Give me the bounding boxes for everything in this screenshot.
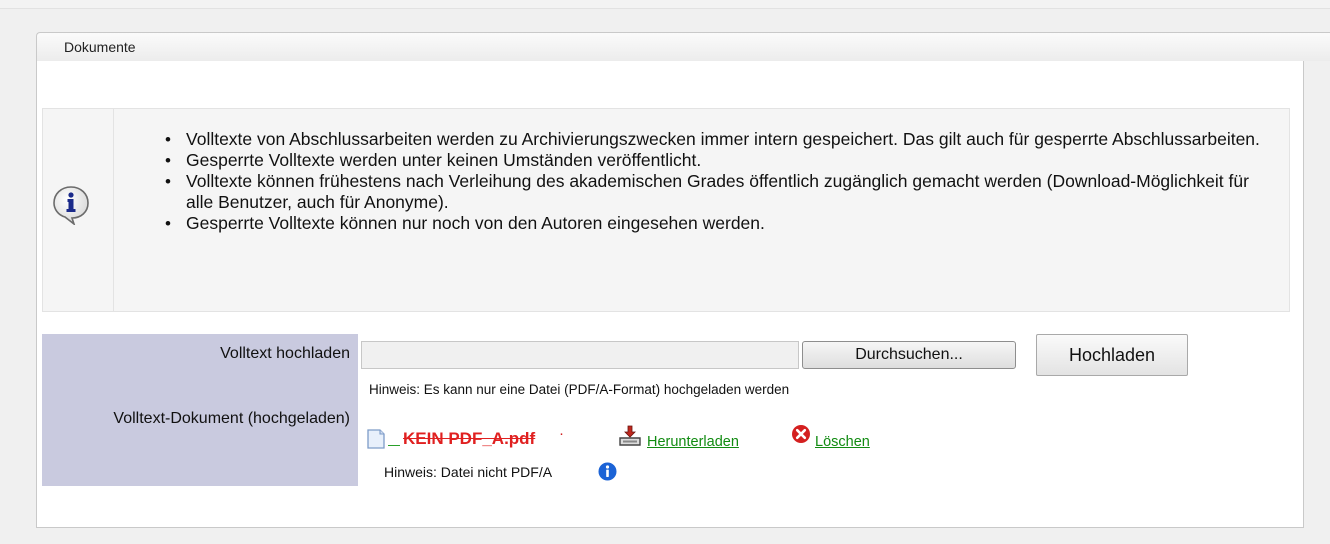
uploaded-document-label: Volltext-Dokument (hochgeladen) — [113, 410, 350, 427]
file-name-underline — [388, 445, 400, 446]
info-item: Volltexte von Abschlussarbeiten werden z… — [165, 129, 1275, 150]
info-box: Volltexte von Abschlussarbeiten werden z… — [42, 108, 1290, 312]
delete-icon[interactable] — [791, 424, 811, 444]
delete-link[interactable]: Löschen — [815, 434, 870, 450]
info-item: Gesperrte Volltexte können nur noch von … — [165, 213, 1275, 234]
file-path-input[interactable] — [361, 341, 799, 369]
upload-label: Volltext hochladen — [220, 345, 350, 362]
documents-tab[interactable]: Dokumente — [36, 32, 1330, 61]
browse-button[interactable]: Durchsuchen... — [802, 341, 1016, 369]
file-name-link[interactable]: KEIN PDF_A.pdf — [403, 429, 535, 449]
upload-hint: Hinweis: Es kann nur eine Datei (PDF/A-F… — [369, 382, 790, 397]
info-item: Gesperrte Volltexte werden unter keinen … — [165, 150, 1275, 171]
info-icon-cell — [43, 109, 114, 311]
separator: · — [559, 425, 564, 442]
info-item: Volltexte können frühestens nach Verleih… — [165, 171, 1275, 213]
upload-button[interactable]: Hochladen — [1036, 334, 1188, 376]
pdfa-hint: Hinweis: Datei nicht PDF/A — [384, 464, 553, 480]
download-icon[interactable] — [617, 424, 643, 448]
label-column: Volltext hochladen Volltext-Dokument (ho… — [42, 334, 358, 486]
document-icon — [367, 429, 385, 449]
info-speech-bubble-icon — [53, 186, 89, 225]
info-circle-icon[interactable] — [598, 462, 617, 481]
info-list: Volltexte von Abschlussarbeiten werden z… — [165, 129, 1275, 234]
download-link[interactable]: Herunterladen — [647, 434, 739, 450]
top-rule — [0, 0, 1330, 9]
uploaded-file-row: KEIN PDF_A.pdf · Herunterladen Löschen — [365, 424, 925, 453]
panel-title: Dokumente — [64, 39, 136, 55]
